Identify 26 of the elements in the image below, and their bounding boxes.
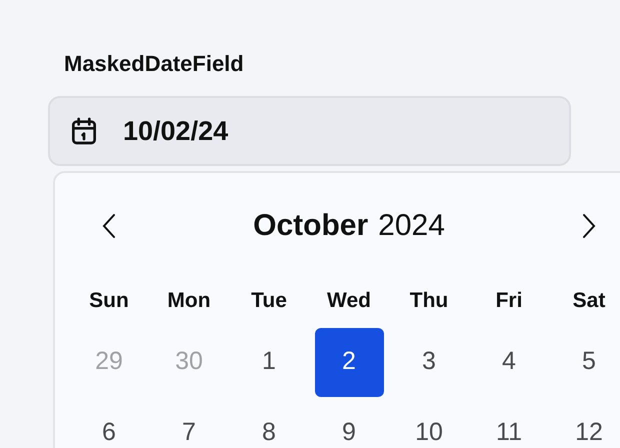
chevron-right-icon [582, 212, 596, 238]
chevron-left-icon [102, 212, 116, 238]
day-cell[interactable]: 2 [314, 328, 384, 396]
weekday-header: Thu [410, 288, 448, 314]
date-value: 10/02/24 [123, 114, 228, 148]
day-cell[interactable]: 10 [394, 398, 464, 448]
weekday-header: Mon [167, 288, 211, 314]
day-cell[interactable]: 4 [474, 328, 544, 396]
day-cell[interactable]: 3 [394, 328, 464, 396]
day-cell[interactable]: 7 [154, 398, 224, 448]
day-cell[interactable]: 6 [74, 398, 144, 448]
day-cell[interactable]: 5 [554, 328, 620, 396]
weekday-header: Sat [572, 288, 606, 314]
day-cell[interactable]: 8 [234, 398, 304, 448]
weekday-header: Fri [496, 288, 522, 314]
year-text: 2024 [378, 208, 445, 244]
weekday-header: Sun [89, 288, 129, 314]
date-field[interactable]: 10/02/24 [48, 96, 571, 166]
day-cell[interactable]: 12 [554, 398, 620, 448]
day-cell[interactable]: 1 [234, 328, 304, 396]
day-cell[interactable]: 9 [314, 398, 384, 448]
month-name: October [253, 208, 368, 244]
weekday-header: Tue [251, 288, 287, 314]
weekday-header: Wed [327, 288, 371, 314]
day-cell[interactable]: 11 [474, 398, 544, 448]
field-label: MaskedDateField [64, 50, 244, 78]
